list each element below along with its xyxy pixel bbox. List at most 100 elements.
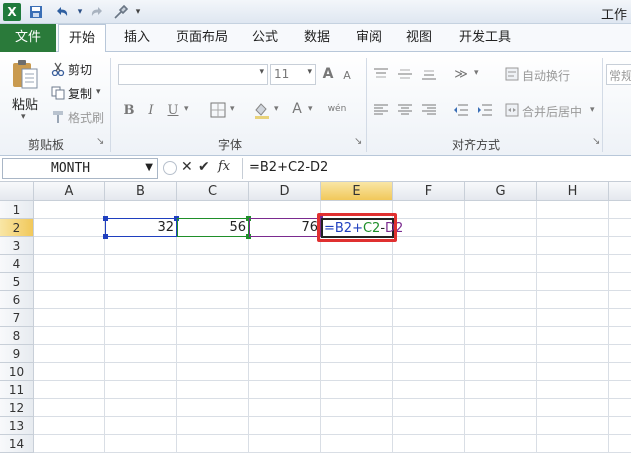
align-left-icon[interactable] (372, 102, 390, 118)
reference-highlight-c2 (177, 218, 249, 237)
column-header-a[interactable]: A (34, 182, 105, 201)
tools-icon[interactable] (110, 3, 132, 21)
redo-icon[interactable] (86, 3, 108, 21)
row-header-2[interactable]: 2 (0, 219, 34, 237)
name-box-dropdown-icon[interactable]: ▼ (145, 162, 153, 173)
reference-highlight-d2 (249, 218, 321, 237)
tab-page-layout[interactable]: 页面布局 (168, 24, 236, 52)
row-header-12[interactable]: 12 (0, 399, 34, 417)
row-header-3[interactable]: 3 (0, 237, 34, 255)
tab-file[interactable]: 文件 (0, 24, 56, 52)
worksheet-grid[interactable]: A B C D E F G H 1 2 3 4 5 6 7 8 9 10 11 … (0, 182, 631, 453)
number-format-select[interactable]: 常规 (606, 64, 631, 85)
underline-dropdown-icon[interactable]: ▾ (184, 104, 189, 114)
wrap-text-icon[interactable] (504, 65, 520, 83)
cut-icon[interactable] (50, 61, 66, 77)
gridline (34, 362, 631, 363)
undo-icon[interactable] (50, 3, 74, 21)
row-header-5[interactable]: 5 (0, 273, 34, 291)
clipboard-launcher-icon[interactable]: ↘ (96, 136, 104, 147)
copy-dropdown-icon[interactable]: ▾ (96, 87, 101, 97)
merge-center-dropdown-icon[interactable]: ▾ (590, 105, 595, 115)
cut-button[interactable]: 剪切 (68, 61, 92, 78)
font-name-select[interactable]: ▾ (118, 64, 268, 85)
shrink-font-button[interactable]: A (340, 67, 354, 83)
column-header-d[interactable]: D (249, 182, 321, 201)
row-header-11[interactable]: 11 (0, 381, 34, 399)
grow-font-button[interactable]: A (320, 65, 336, 83)
align-top-icon[interactable] (372, 66, 390, 82)
column-header-h[interactable]: H (537, 182, 609, 201)
row-header-1[interactable]: 1 (0, 201, 34, 219)
tab-home[interactable]: 开始 (58, 24, 106, 53)
name-box[interactable]: MONTH ▼ (2, 158, 158, 179)
save-icon[interactable] (28, 3, 44, 21)
paste-icon[interactable] (8, 58, 42, 92)
excel-app-icon[interactable]: X (3, 3, 21, 21)
fill-color-dropdown-icon[interactable]: ▾ (274, 104, 279, 114)
fill-color-icon[interactable] (252, 100, 272, 120)
row-header-13[interactable]: 13 (0, 417, 34, 435)
column-header-b[interactable]: B (105, 182, 177, 201)
font-group-label: 字体 (218, 138, 243, 152)
align-right-icon[interactable] (420, 102, 438, 118)
increase-indent-icon[interactable] (476, 102, 494, 118)
formula-input[interactable]: =B2+C2-D2 (242, 158, 631, 179)
format-painter-button[interactable]: 格式刷 (68, 109, 104, 126)
merge-center-icon[interactable] (504, 101, 520, 119)
tab-insert[interactable]: 插入 (114, 24, 160, 52)
merge-center-button[interactable]: 合并后居中 (522, 103, 582, 120)
tab-developer[interactable]: 开发工具 (452, 24, 518, 52)
orientation-dropdown-icon[interactable]: ▾ (474, 68, 479, 78)
italic-button[interactable]: I (142, 100, 160, 120)
borders-dropdown-icon[interactable]: ▾ (230, 104, 235, 114)
orientation-icon[interactable]: ≫ (450, 66, 472, 82)
underline-button[interactable]: U (164, 100, 182, 120)
row-header-6[interactable]: 6 (0, 291, 34, 309)
tab-view[interactable]: 视图 (398, 24, 440, 52)
tab-review[interactable]: 审阅 (348, 24, 390, 52)
undo-dropdown-icon[interactable]: ▾ (76, 3, 84, 21)
align-middle-icon[interactable] (396, 66, 414, 82)
align-bottom-icon[interactable] (420, 66, 438, 82)
column-header-i[interactable] (609, 182, 631, 201)
tab-formulas[interactable]: 公式 (244, 24, 286, 52)
reference-handle[interactable] (103, 234, 108, 239)
row-header-14[interactable]: 14 (0, 435, 34, 453)
bold-button[interactable]: B (120, 100, 138, 120)
column-header-e[interactable]: E (321, 182, 393, 201)
column-header-c[interactable]: C (177, 182, 249, 201)
align-center-icon[interactable] (396, 102, 414, 118)
cancel-formula-icon[interactable]: ✕ (181, 159, 193, 175)
row-header-10[interactable]: 10 (0, 363, 34, 381)
row-header-9[interactable]: 9 (0, 345, 34, 363)
customize-quick-access-icon[interactable]: ▾ (134, 3, 142, 21)
copy-icon[interactable] (50, 85, 66, 101)
copy-button[interactable]: 复制 (68, 85, 92, 102)
tab-data[interactable]: 数据 (296, 24, 338, 52)
select-all-corner[interactable] (0, 182, 34, 201)
column-header-g[interactable]: G (465, 182, 537, 201)
font-launcher-icon[interactable]: ↘ (354, 136, 362, 147)
wrap-text-button[interactable]: 自动换行 (522, 67, 570, 84)
column-header-f[interactable]: F (393, 182, 465, 201)
formula-bar-resize-icon[interactable] (163, 161, 177, 175)
reference-handle[interactable] (103, 216, 108, 221)
row-header-7[interactable]: 7 (0, 309, 34, 327)
ribbon: 粘贴 ▾ 剪切 复制 ▾ 格式刷 剪贴板 ↘ ▾ 11 ▾ A A B I U … (0, 52, 631, 156)
paste-button[interactable]: 粘贴 (12, 94, 38, 113)
font-color-dropdown-icon[interactable]: ▾ (308, 104, 313, 114)
ribbon-separator (110, 58, 111, 152)
row-header-4[interactable]: 4 (0, 255, 34, 273)
phonetic-guide-button[interactable]: wén (324, 99, 350, 119)
paste-dropdown-icon[interactable]: ▾ (21, 112, 26, 122)
font-color-button[interactable]: A (288, 99, 306, 119)
borders-icon[interactable] (208, 100, 228, 120)
decrease-indent-icon[interactable] (452, 102, 470, 118)
format-painter-icon[interactable] (50, 109, 66, 125)
insert-function-icon[interactable]: fx (218, 159, 230, 174)
enter-formula-icon[interactable]: ✔ (198, 159, 210, 175)
row-header-8[interactable]: 8 (0, 327, 34, 345)
font-size-select[interactable]: 11 ▾ (270, 64, 316, 85)
alignment-launcher-icon[interactable]: ↘ (592, 136, 600, 147)
